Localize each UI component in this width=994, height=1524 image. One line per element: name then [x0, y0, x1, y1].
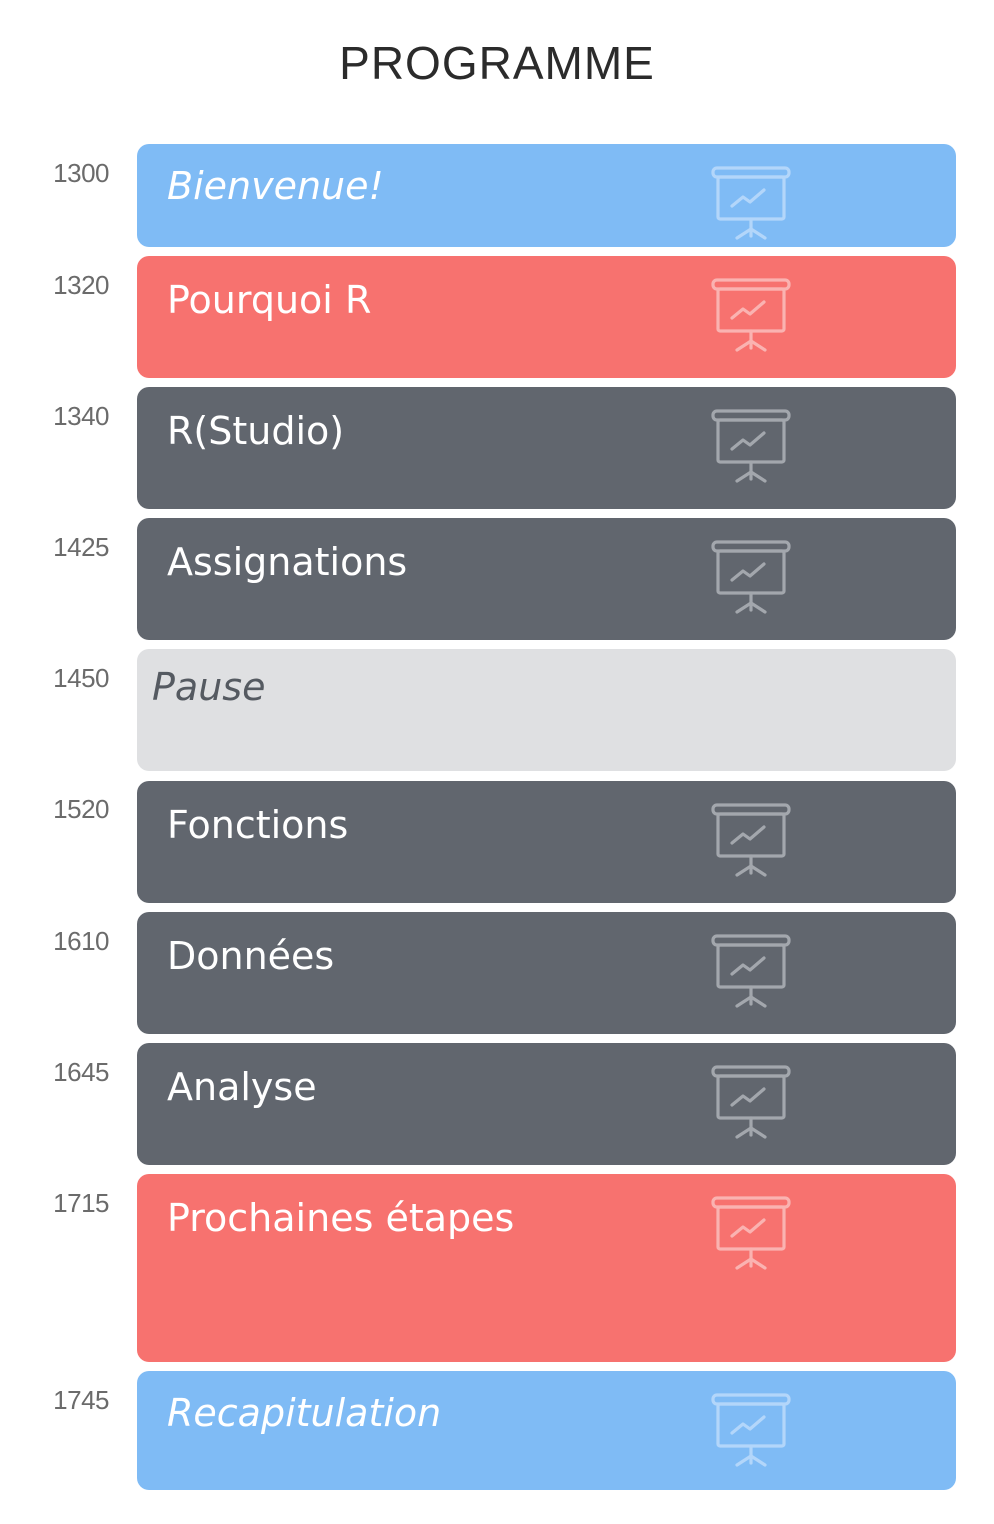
- schedule-time: 1450: [53, 663, 109, 693]
- session-card-prochaines-etapes[interactable]: Prochaines étapes: [137, 1174, 956, 1362]
- session-label: Recapitulation: [167, 1391, 442, 1435]
- session-card-rstudio[interactable]: R(Studio): [137, 387, 956, 509]
- presentation-icon[interactable]: [710, 1063, 794, 1145]
- session-label: Analyse: [167, 1065, 317, 1109]
- page-title: PROGRAMME: [339, 37, 655, 89]
- session-card-donnees[interactable]: Données: [137, 912, 956, 1034]
- presentation-icon[interactable]: [710, 407, 794, 489]
- schedule-time: 1645: [53, 1057, 109, 1087]
- session-card-recapitulation[interactable]: Recapitulation: [137, 1371, 956, 1490]
- schedule-time: 1520: [53, 794, 109, 824]
- presentation-icon[interactable]: [710, 1194, 794, 1276]
- schedule-time: 1715: [53, 1188, 109, 1218]
- session-label: Pause: [152, 665, 266, 709]
- presentation-icon[interactable]: [710, 276, 794, 358]
- schedule-time: 1425: [53, 532, 109, 562]
- presentation-icon[interactable]: [710, 538, 794, 620]
- session-label: Fonctions: [167, 803, 349, 847]
- schedule-time: 1745: [53, 1385, 109, 1415]
- session-card-analyse[interactable]: Analyse: [137, 1043, 956, 1165]
- schedule-time: 1300: [53, 158, 109, 188]
- session-card-assignations[interactable]: Assignations: [137, 518, 956, 640]
- session-card-fonctions[interactable]: Fonctions: [137, 781, 956, 903]
- schedule-time: 1340: [53, 401, 109, 431]
- session-label: Prochaines étapes: [167, 1196, 515, 1240]
- session-card-pause[interactable]: Pause: [137, 649, 956, 771]
- session-label: R(Studio): [167, 409, 345, 453]
- session-label: Bienvenue!: [167, 164, 384, 208]
- schedule-time: 1320: [53, 270, 109, 300]
- session-card-pourquoi-r[interactable]: Pourquoi R: [137, 256, 956, 378]
- presentation-icon[interactable]: [710, 932, 794, 1014]
- presentation-icon[interactable]: [710, 1391, 794, 1473]
- session-label: Données: [167, 934, 335, 978]
- presentation-icon[interactable]: [710, 801, 794, 883]
- schedule-time: 1610: [53, 926, 109, 956]
- session-label: Pourquoi R: [167, 278, 372, 322]
- session-label: Assignations: [167, 540, 408, 584]
- session-card-bienvenue[interactable]: Bienvenue!: [137, 144, 956, 247]
- presentation-icon[interactable]: [710, 164, 794, 246]
